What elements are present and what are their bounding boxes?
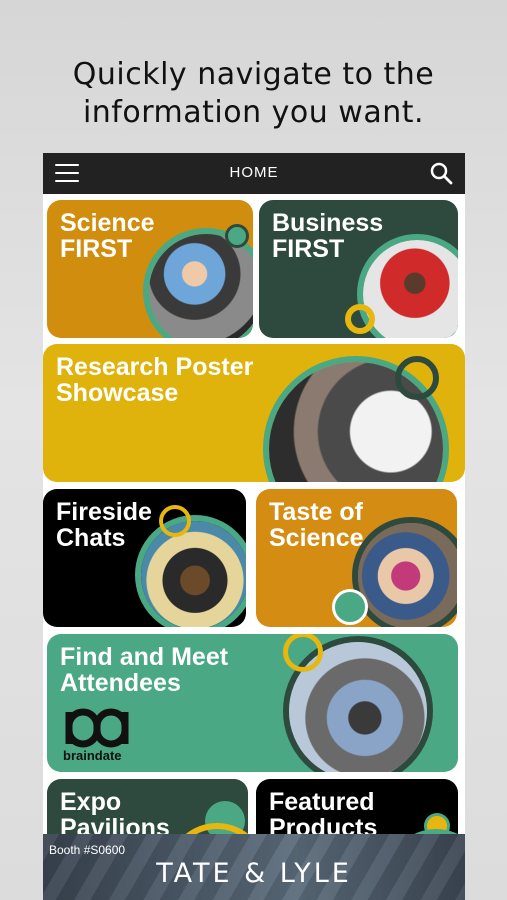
tile-fireside-chats-label: Fireside Chats (56, 499, 152, 551)
tile-science-first-label: Science FIRST (60, 210, 155, 262)
headline-line-1: Quickly navigate to the (72, 57, 435, 92)
tile-taste-of-science-label: Taste of Science (269, 499, 364, 551)
tile-science-first[interactable]: Science FIRST (47, 200, 253, 338)
booth-number: Booth #S0600 (49, 843, 126, 857)
tile-label-line: Science (269, 524, 364, 552)
app-screen: HOME Science FIRST Business FIRST Resear… (43, 153, 465, 900)
tile-business-first[interactable]: Business FIRST (259, 200, 458, 338)
tile-label-line: Research Poster (56, 353, 254, 381)
tile-label-line: Science (60, 209, 155, 237)
tile-research-poster-showcase[interactable]: Research Poster Showcase (43, 344, 465, 482)
decorative-ring (345, 304, 375, 334)
decorative-ring (159, 505, 191, 537)
tile-label-line: Expo (60, 788, 122, 816)
tile-label-line: Find and Meet (60, 643, 229, 671)
tile-label-line: Fireside (56, 498, 152, 526)
tile-find-and-meet-label: Find and Meet Attendees (60, 644, 228, 696)
tile-taste-of-science[interactable]: Taste of Science (256, 489, 457, 627)
tile-label-line: Attendees (60, 669, 181, 697)
decorative-dot (332, 589, 368, 625)
tile-label-line: Business (272, 209, 384, 237)
tile-label-line: Taste of (269, 498, 363, 526)
fireside-photo (141, 521, 246, 627)
headline-line-2: information you want. (82, 95, 425, 130)
tile-find-and-meet-attendees[interactable]: Find and Meet Attendees braindate (47, 634, 458, 772)
decorative-ring (225, 224, 249, 248)
braindate-logo: braindate (63, 704, 135, 763)
sponsor-logo: TATE & LYLE (156, 858, 352, 889)
decorative-ring (395, 356, 439, 400)
page-title: HOME (229, 164, 279, 181)
search-icon[interactable] (429, 161, 453, 185)
braindate-logo-icon (65, 708, 129, 748)
tile-fireside-chats[interactable]: Fireside Chats (43, 489, 246, 627)
tile-label-line: FIRST (272, 235, 345, 263)
headline: Quickly navigate to the information you … (0, 56, 507, 132)
tile-business-first-label: Business FIRST (272, 210, 383, 262)
tile-research-poster-label: Research Poster Showcase (56, 354, 253, 406)
taste-photo (358, 523, 457, 627)
tile-label-line: FIRST (60, 235, 133, 263)
sponsor-banner[interactable]: Booth #S0600 TATE & LYLE (43, 834, 465, 900)
tile-label-line: Chats (56, 524, 126, 552)
braindate-logo-text: braindate (63, 748, 122, 763)
tile-label-line: Featured (269, 788, 375, 816)
tile-label-line: Showcase (56, 379, 179, 407)
top-navigation-bar: HOME (43, 153, 465, 194)
